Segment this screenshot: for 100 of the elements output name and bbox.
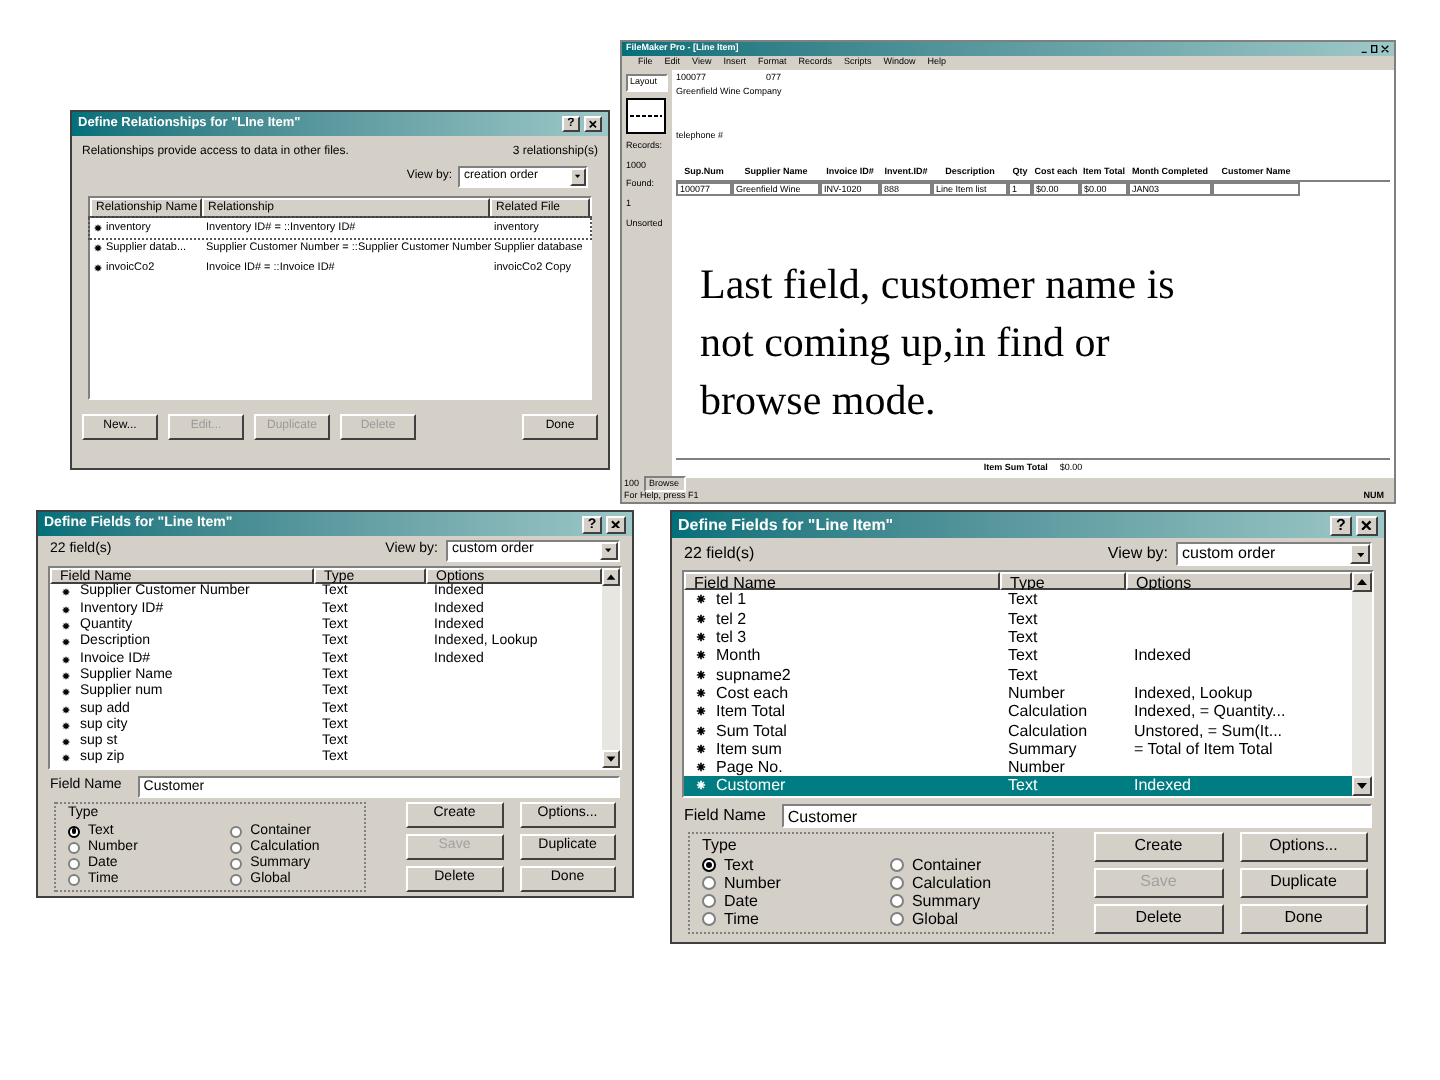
radio-button[interactable] xyxy=(702,876,716,891)
field-type: Calculation xyxy=(1006,702,1090,721)
scroll-up-icon[interactable] xyxy=(1352,572,1372,592)
radio-button[interactable] xyxy=(889,858,904,873)
radio-label: Date xyxy=(724,893,758,910)
field-name: tel 3 xyxy=(716,628,747,647)
radio-label: Text xyxy=(724,857,754,874)
field-marker-icon xyxy=(62,655,70,664)
field-marker-icon xyxy=(696,687,706,698)
radio-button[interactable] xyxy=(230,857,243,870)
radio-button[interactable] xyxy=(230,841,243,854)
field-options: Indexed xyxy=(1126,776,1191,795)
field-type: Summary xyxy=(1006,739,1079,758)
field-row[interactable]: Customer Text Indexed xyxy=(684,776,1352,796)
field-marker-icon xyxy=(62,705,70,714)
radio-label: Global xyxy=(911,911,959,928)
field-marker-icon xyxy=(62,688,70,697)
window-controls-icon[interactable] xyxy=(1360,44,1390,54)
field-marker-icon xyxy=(696,613,706,624)
column-header[interactable]: Field Name xyxy=(684,572,1000,591)
field-marker-icon xyxy=(62,754,70,763)
book-icon[interactable] xyxy=(626,97,666,134)
radio-label: Container xyxy=(911,857,982,874)
scroll-down-icon[interactable] xyxy=(602,749,620,768)
radio-button[interactable] xyxy=(68,825,80,838)
scroll-down-icon[interactable] xyxy=(1352,775,1372,796)
field-type: Text xyxy=(1006,646,1040,665)
radio-label: Time xyxy=(724,911,759,928)
note-text: Last field, customer name is not coming up,in find or browse mode. xyxy=(700,258,1177,428)
help-button[interactable]: ? xyxy=(1330,515,1352,535)
field-marker-icon xyxy=(62,738,70,747)
radio-label: Summary xyxy=(911,893,981,910)
field-marker-icon xyxy=(62,605,70,614)
field-name: Item sum xyxy=(716,739,782,758)
column-header[interactable]: Type xyxy=(1000,572,1126,591)
radio-button[interactable] xyxy=(68,873,80,886)
scrollbar[interactable] xyxy=(1352,572,1372,796)
field-name-input[interactable]: Customer xyxy=(781,803,1372,828)
radio-button[interactable] xyxy=(702,858,716,873)
column-header[interactable]: Options xyxy=(1126,572,1352,591)
dialog-button[interactable]: Options... xyxy=(1239,831,1368,862)
field-options: = Total of Item Total xyxy=(1126,739,1273,758)
field-options: Indexed xyxy=(1126,646,1191,665)
field-count: 22 field(s) xyxy=(684,542,757,566)
field-type: Calculation xyxy=(1006,721,1090,740)
field-name: tel 1 xyxy=(716,590,747,609)
field-marker-icon xyxy=(62,588,70,597)
field-name: Sum Total xyxy=(716,721,787,740)
field-marker-icon xyxy=(62,622,70,631)
field-type: Text xyxy=(1006,590,1040,609)
radio-button[interactable] xyxy=(230,825,243,838)
field-name: Item Total xyxy=(716,702,786,721)
radio-button[interactable] xyxy=(230,873,243,886)
dialog-button[interactable]: Duplicate xyxy=(1239,867,1368,898)
field-type: Text xyxy=(1006,609,1040,628)
field-marker-icon xyxy=(696,762,706,773)
radio-button[interactable] xyxy=(889,894,904,909)
radio-button[interactable] xyxy=(889,876,904,891)
radio-button[interactable] xyxy=(889,912,904,927)
view-by-label: View by: xyxy=(1107,542,1168,566)
field-options: Indexed, Lookup xyxy=(1126,683,1253,702)
field-marker-icon xyxy=(696,706,706,717)
close-icon[interactable] xyxy=(1356,515,1378,535)
field-marker-icon xyxy=(62,721,70,730)
close-icon[interactable] xyxy=(584,116,602,132)
radio-button[interactable] xyxy=(68,841,80,854)
scroll-up-icon[interactable] xyxy=(602,568,620,586)
radio-label: Number xyxy=(724,875,781,892)
radio-button[interactable] xyxy=(68,857,80,870)
radio-button[interactable] xyxy=(702,912,716,927)
field-marker-icon xyxy=(696,780,706,791)
field-name: Month xyxy=(716,646,761,665)
radio-label: Calculation xyxy=(911,875,992,892)
dialog-button[interactable]: Create xyxy=(1094,831,1223,862)
dialog-button[interactable]: Delete xyxy=(1094,903,1223,934)
field-marker-icon xyxy=(94,264,102,272)
field-type: Text xyxy=(1006,665,1040,684)
field-options: Indexed, = Quantity... xyxy=(1126,702,1286,721)
field-name-label: Field Name xyxy=(684,803,766,828)
field-name: tel 2 xyxy=(716,609,747,628)
field-type: Text xyxy=(1006,776,1040,795)
field-marker-icon xyxy=(62,638,70,647)
field-name: Cost each xyxy=(716,683,789,702)
field-name: Page No. xyxy=(716,758,783,777)
field-marker-icon xyxy=(696,743,706,754)
record-field[interactable] xyxy=(1212,182,1300,196)
field-marker-icon xyxy=(62,671,70,680)
close-icon[interactable] xyxy=(606,515,626,533)
radio-button[interactable] xyxy=(702,894,716,909)
field-type: Number xyxy=(1006,683,1067,702)
view-by-dropdown[interactable]: custom order xyxy=(1176,542,1372,566)
field-marker-icon xyxy=(696,650,706,661)
field-marker-icon xyxy=(94,224,102,232)
field-name: supname2 xyxy=(716,665,791,684)
field-marker-icon xyxy=(696,632,706,643)
field-marker-icon xyxy=(696,725,706,736)
scrollbar[interactable] xyxy=(602,568,620,768)
window-title: Define Fields for "Line Item" xyxy=(678,513,896,537)
field-marker-icon xyxy=(94,244,102,252)
dialog-button[interactable]: Done xyxy=(1239,903,1368,934)
